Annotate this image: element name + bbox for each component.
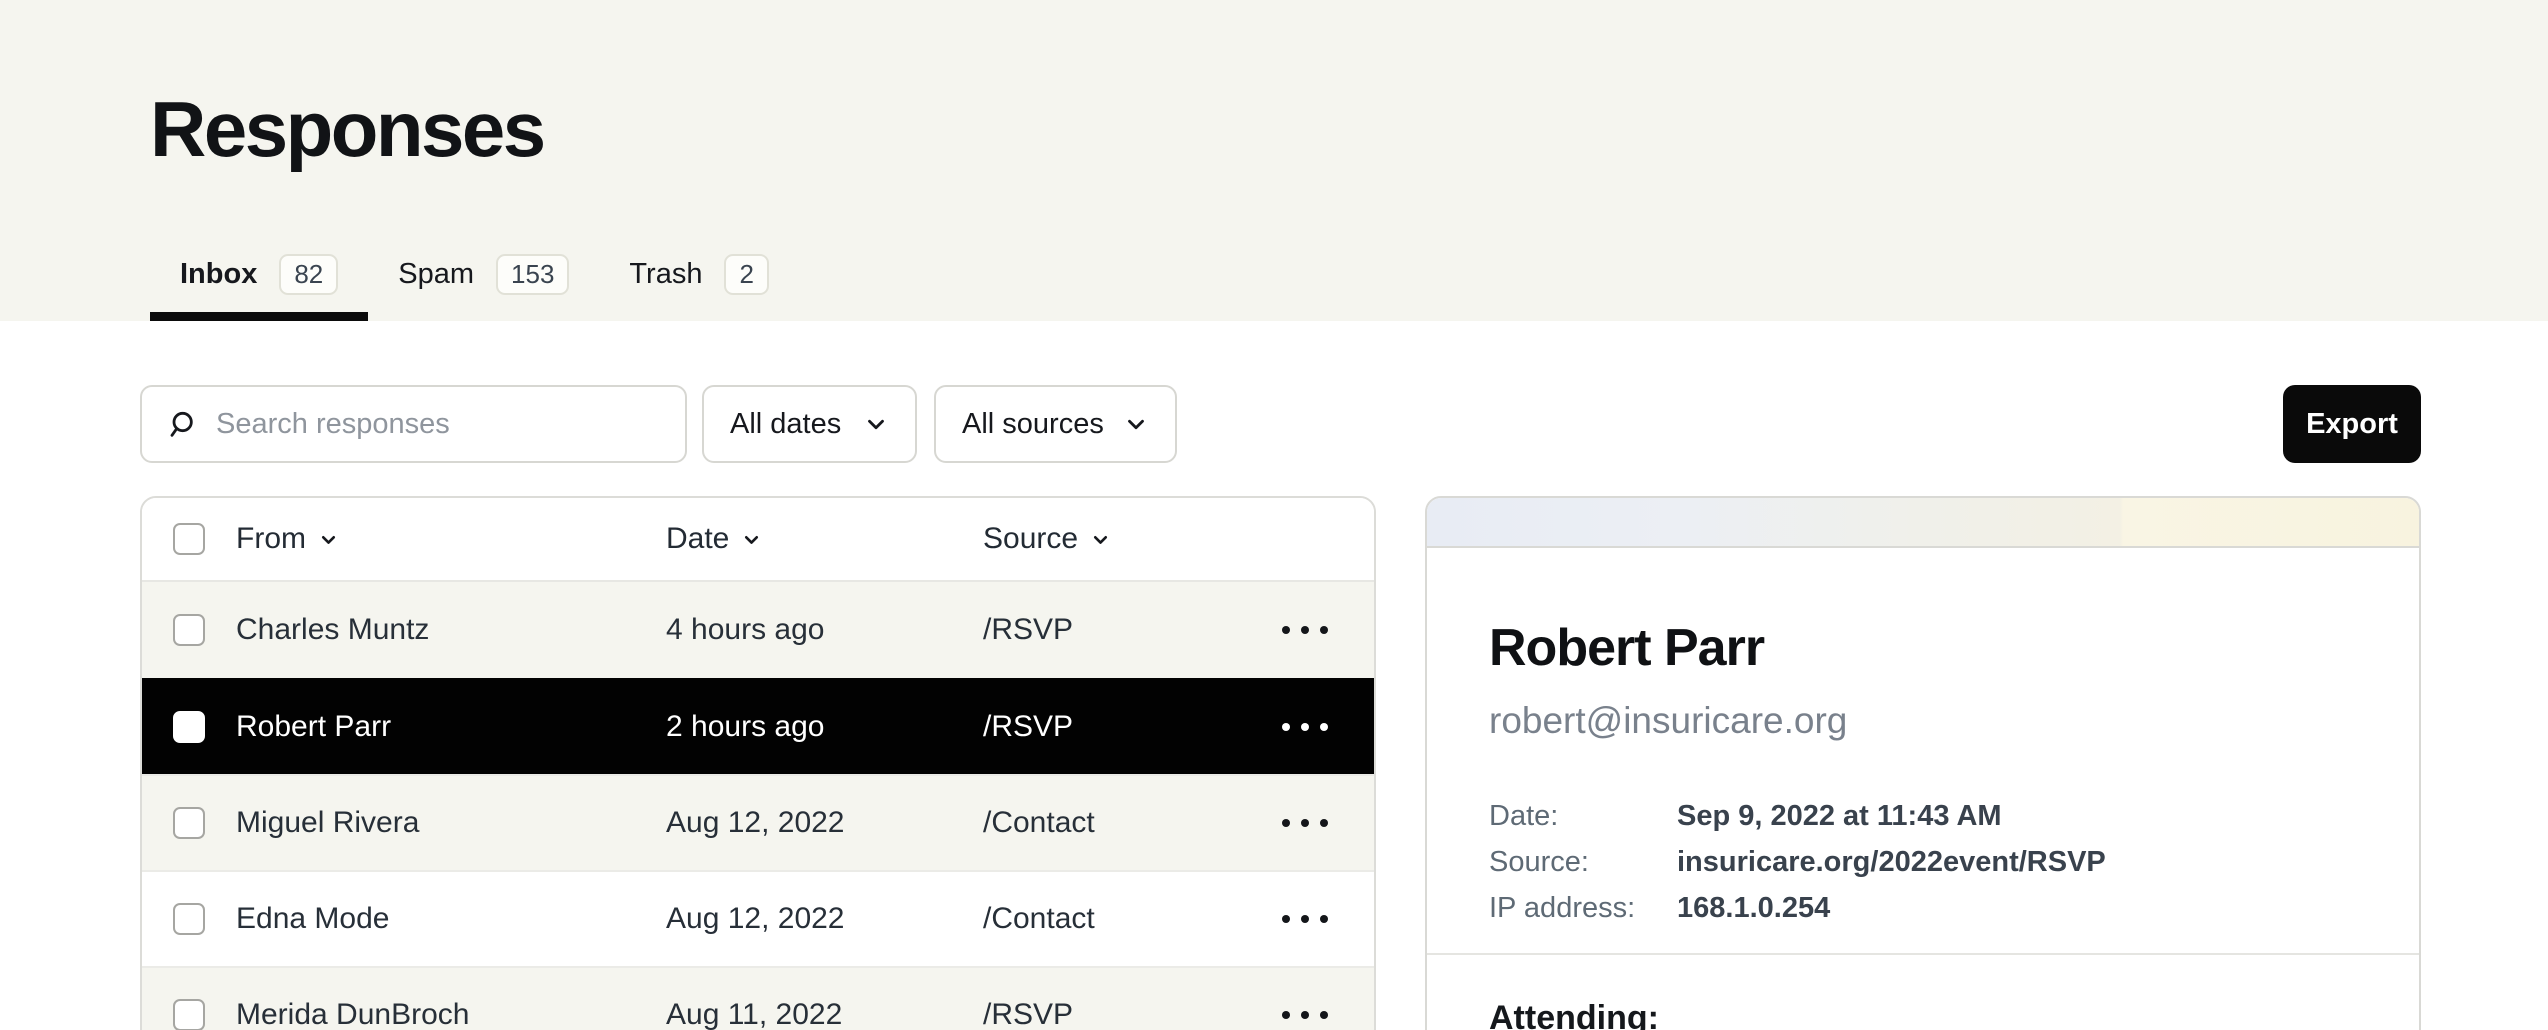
row-from: Miguel Rivera <box>236 806 666 840</box>
meta-label: Source: <box>1489 848 1677 877</box>
row-date: Aug 11, 2022 <box>666 998 983 1030</box>
response-detail-panel: Robert Parr robert@insuricare.org Date: … <box>1425 496 2421 1030</box>
meta-row: Source: insuricare.org/2022event/RSVP <box>1489 848 2359 877</box>
row-checkbox[interactable] <box>173 807 205 839</box>
export-button[interactable]: Export <box>2283 385 2421 463</box>
row-from: Merida DunBroch <box>236 998 666 1030</box>
response-meta: Date: Sep 9, 2022 at 11:43 AM Source: in… <box>1489 802 2359 923</box>
table-body: Charles Muntz 4 hours ago /RSVP Robert P… <box>142 582 1374 1030</box>
tab-spam[interactable]: Spam 153 <box>368 254 599 321</box>
row-checkbox[interactable] <box>173 999 205 1030</box>
search-input[interactable] <box>216 408 673 441</box>
tab-count-badge: 82 <box>279 254 338 295</box>
table-row[interactable]: Robert Parr 2 hours ago /RSVP <box>142 678 1374 774</box>
meta-label: Date: <box>1489 802 1677 831</box>
responses-page: Responses Inbox 82 Spam 153 Trash 2 All … <box>0 0 2548 1030</box>
row-menu <box>1264 905 1374 933</box>
chevron-down-icon <box>741 529 762 550</box>
sources-filter-dropdown[interactable]: All sources <box>934 385 1177 463</box>
table-row[interactable]: Edna Mode Aug 12, 2022 /Contact <box>142 870 1374 966</box>
table-row[interactable]: Charles Muntz 4 hours ago /RSVP <box>142 582 1374 678</box>
row-menu <box>1264 1001 1374 1029</box>
row-menu-button[interactable] <box>1282 905 1328 933</box>
row-from: Robert Parr <box>236 710 666 744</box>
table-row[interactable]: Merida DunBroch Aug 11, 2022 /RSVP <box>142 966 1374 1030</box>
tab-inbox[interactable]: Inbox 82 <box>150 254 368 321</box>
row-menu-button[interactable] <box>1282 616 1328 644</box>
meta-value: insuricare.org/2022event/RSVP <box>1677 848 2106 877</box>
tabs: Inbox 82 Spam 153 Trash 2 <box>150 254 799 321</box>
detail-bottom: Attending: <box>1427 955 2419 1030</box>
chevron-down-icon <box>318 529 339 550</box>
table-header-row: From Date Source <box>142 498 1374 582</box>
attending-heading: Attending: <box>1489 999 2359 1030</box>
tab-count-badge: 2 <box>724 254 768 295</box>
row-source: /Contact <box>983 806 1264 840</box>
row-menu <box>1264 713 1374 741</box>
row-source: /RSVP <box>983 613 1264 647</box>
column-header-from[interactable]: From <box>236 522 666 556</box>
row-date: 4 hours ago <box>666 613 983 647</box>
row-menu-button[interactable] <box>1282 713 1328 741</box>
responses-table: From Date Source Charles Muntz 4 hours a… <box>140 496 1376 1030</box>
chevron-down-icon <box>863 411 889 437</box>
select-all-checkbox[interactable] <box>173 523 205 555</box>
row-date: Aug 12, 2022 <box>666 806 983 840</box>
respondent-email: robert@insuricare.org <box>1489 701 2359 742</box>
meta-label: IP address: <box>1489 894 1677 923</box>
row-date: Aug 12, 2022 <box>666 902 983 936</box>
page-title: Responses <box>150 84 544 175</box>
row-menu-button[interactable] <box>1282 809 1328 837</box>
toolbar-spacer <box>1177 385 2283 463</box>
column-label: From <box>236 522 306 556</box>
column-header-source[interactable]: Source <box>983 522 1264 556</box>
column-label: Source <box>983 522 1078 556</box>
row-source: /Contact <box>983 902 1264 936</box>
search-icon <box>166 408 198 440</box>
chevron-down-icon <box>1123 411 1149 437</box>
dates-filter-label: All dates <box>730 408 841 441</box>
tab-count-badge: 153 <box>496 254 569 295</box>
tab-label: Trash <box>629 258 702 291</box>
row-menu-button[interactable] <box>1282 1001 1328 1029</box>
header-band: Responses Inbox 82 Spam 153 Trash 2 <box>0 0 2548 321</box>
row-from: Edna Mode <box>236 902 666 936</box>
column-header-date[interactable]: Date <box>666 522 983 556</box>
meta-value: Sep 9, 2022 at 11:43 AM <box>1677 802 2002 831</box>
column-label: Date <box>666 522 729 556</box>
row-from: Charles Muntz <box>236 613 666 647</box>
tab-label: Spam <box>398 258 474 291</box>
toolbar: All dates All sources Export <box>140 385 2421 463</box>
row-source: /RSVP <box>983 710 1264 744</box>
tab-trash[interactable]: Trash 2 <box>599 254 799 321</box>
chevron-down-icon <box>1090 529 1111 550</box>
row-menu <box>1264 616 1374 644</box>
search-box[interactable] <box>140 385 687 463</box>
row-checkbox[interactable] <box>173 614 205 646</box>
dates-filter-dropdown[interactable]: All dates <box>702 385 917 463</box>
row-menu <box>1264 809 1374 837</box>
detail-banner <box>1427 498 2419 548</box>
meta-value: 168.1.0.254 <box>1677 894 1830 923</box>
row-source: /RSVP <box>983 998 1264 1030</box>
meta-row: Date: Sep 9, 2022 at 11:43 AM <box>1489 802 2359 831</box>
row-checkbox[interactable] <box>173 711 205 743</box>
detail-top: Robert Parr robert@insuricare.org Date: … <box>1427 548 2419 923</box>
row-checkbox[interactable] <box>173 903 205 935</box>
respondent-name: Robert Parr <box>1489 620 2359 677</box>
meta-row: IP address: 168.1.0.254 <box>1489 894 2359 923</box>
tab-label: Inbox <box>180 258 257 291</box>
row-date: 2 hours ago <box>666 710 983 744</box>
sources-filter-label: All sources <box>962 408 1104 441</box>
table-row[interactable]: Miguel Rivera Aug 12, 2022 /Contact <box>142 774 1374 870</box>
